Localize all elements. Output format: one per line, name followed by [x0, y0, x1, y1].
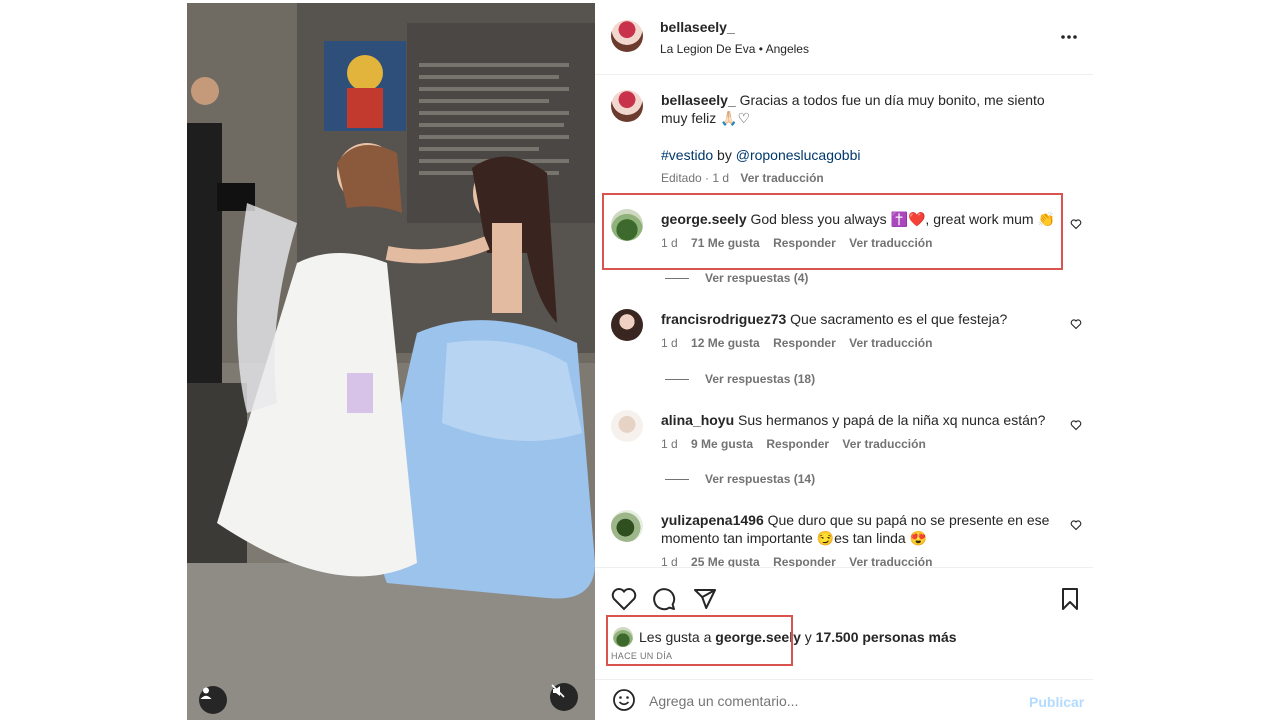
comment-input[interactable]	[649, 690, 1009, 712]
reply-button[interactable]: Responder	[773, 555, 836, 567]
comment-line-2: momento tan importante 😏es tan linda 😍	[661, 530, 927, 546]
comment-like-heart-icon[interactable]	[1070, 519, 1082, 531]
comment-text: Que duro que su papá no se presente en e…	[767, 512, 1050, 528]
comment-line: yulizapena1496 Que duro que su papá no s…	[661, 512, 1049, 528]
tagged-users-button[interactable]	[199, 686, 227, 714]
highlight-box-likes	[606, 615, 793, 666]
avatar[interactable]	[611, 510, 643, 542]
post-details-panel: bellaseely_ La Legion De Eva • Angeles b…	[595, 3, 1093, 720]
likes-others[interactable]: 17.500 personas más	[816, 629, 957, 645]
comment-username[interactable]: yulizapena1496	[661, 512, 764, 528]
highlight-box-comment	[602, 193, 1063, 270]
muted-speaker-icon	[551, 684, 565, 698]
user-icon	[200, 687, 212, 699]
emoji-icon[interactable]	[612, 688, 636, 712]
post-actions: Les gusta a george.seely y 17.500 person…	[595, 567, 1093, 661]
comment-meta: 1 d 25 Me gusta Responder Ver traducción	[661, 555, 932, 567]
post-photo	[187, 3, 595, 720]
mute-button[interactable]	[550, 683, 578, 711]
comment-item: yulizapena1496 Que duro que su papá no s…	[595, 3, 1093, 567]
comment-icon[interactable]	[652, 587, 676, 611]
publish-button[interactable]: Publicar	[1029, 694, 1084, 710]
share-icon[interactable]	[693, 587, 717, 611]
translate-button[interactable]: Ver traducción	[849, 555, 932, 567]
add-comment-bar: Publicar	[595, 679, 1093, 720]
comment-likes[interactable]: 25 Me gusta	[691, 555, 760, 567]
likes-joiner: y	[804, 629, 812, 645]
comment-age[interactable]: 1 d	[661, 555, 678, 567]
post-media[interactable]	[187, 3, 595, 720]
heart-icon[interactable]	[611, 587, 637, 611]
bookmark-icon[interactable]	[1059, 587, 1081, 611]
